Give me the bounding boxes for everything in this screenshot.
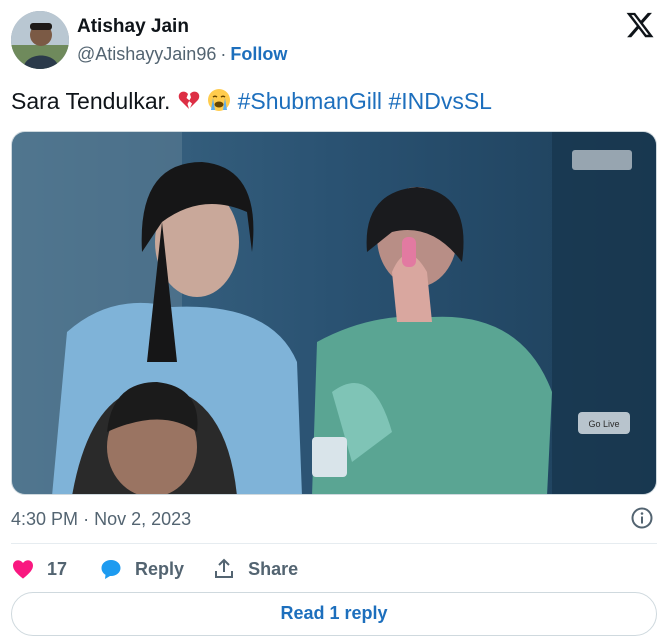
reply-label: Reply	[135, 558, 185, 579]
reply-button[interactable]: Reply	[99, 557, 184, 581]
media-image: Go Live	[12, 132, 656, 494]
tweet-body: Sara Tendulkar.	[11, 88, 171, 114]
separator-dot: ·	[220, 44, 227, 64]
avatar[interactable]	[11, 11, 69, 69]
info-icon[interactable]	[630, 506, 654, 530]
share-label: Share	[248, 558, 299, 579]
like-button[interactable]: 17	[11, 557, 67, 581]
x-logo-icon[interactable]	[625, 10, 655, 40]
heart-icon	[13, 560, 33, 579]
author-handle-line: @AtishayyJain96 · Follow	[77, 44, 287, 65]
like-count: 17	[47, 558, 68, 579]
tweet-media[interactable]: Go Live	[11, 131, 657, 495]
follow-button[interactable]: Follow	[230, 44, 287, 64]
share-icon	[215, 558, 234, 578]
share-button[interactable]: Share	[212, 557, 298, 581]
author-handle[interactable]: @AtishayyJain96	[77, 44, 216, 64]
hashtag-shubmangill[interactable]: #ShubmanGill	[238, 88, 382, 114]
read-replies-button[interactable]: Read 1 reply	[11, 592, 657, 636]
tweet-time: 4:30 PM	[11, 509, 79, 529]
broken-heart-emoji-icon	[178, 91, 200, 109]
separator-dot: ·	[83, 509, 90, 529]
author-name[interactable]: Atishay Jain	[77, 16, 189, 38]
timestamp[interactable]: 4:30 PM · Nov 2, 2023	[11, 509, 191, 530]
action-bar: 17 Reply Share	[11, 556, 298, 582]
tweet-text: Sara Tendulkar. #ShubmanGill #INDvsSL	[11, 88, 492, 115]
tweet-date: Nov 2, 2023	[94, 509, 192, 529]
avatar-image	[11, 11, 69, 69]
reply-bubble-icon	[101, 560, 121, 579]
divider	[11, 543, 657, 544]
go-live-overlay: Go Live	[588, 419, 619, 429]
loudly-crying-face-emoji-icon	[208, 89, 231, 111]
hashtag-indvssl[interactable]: #INDvsSL	[388, 88, 492, 114]
